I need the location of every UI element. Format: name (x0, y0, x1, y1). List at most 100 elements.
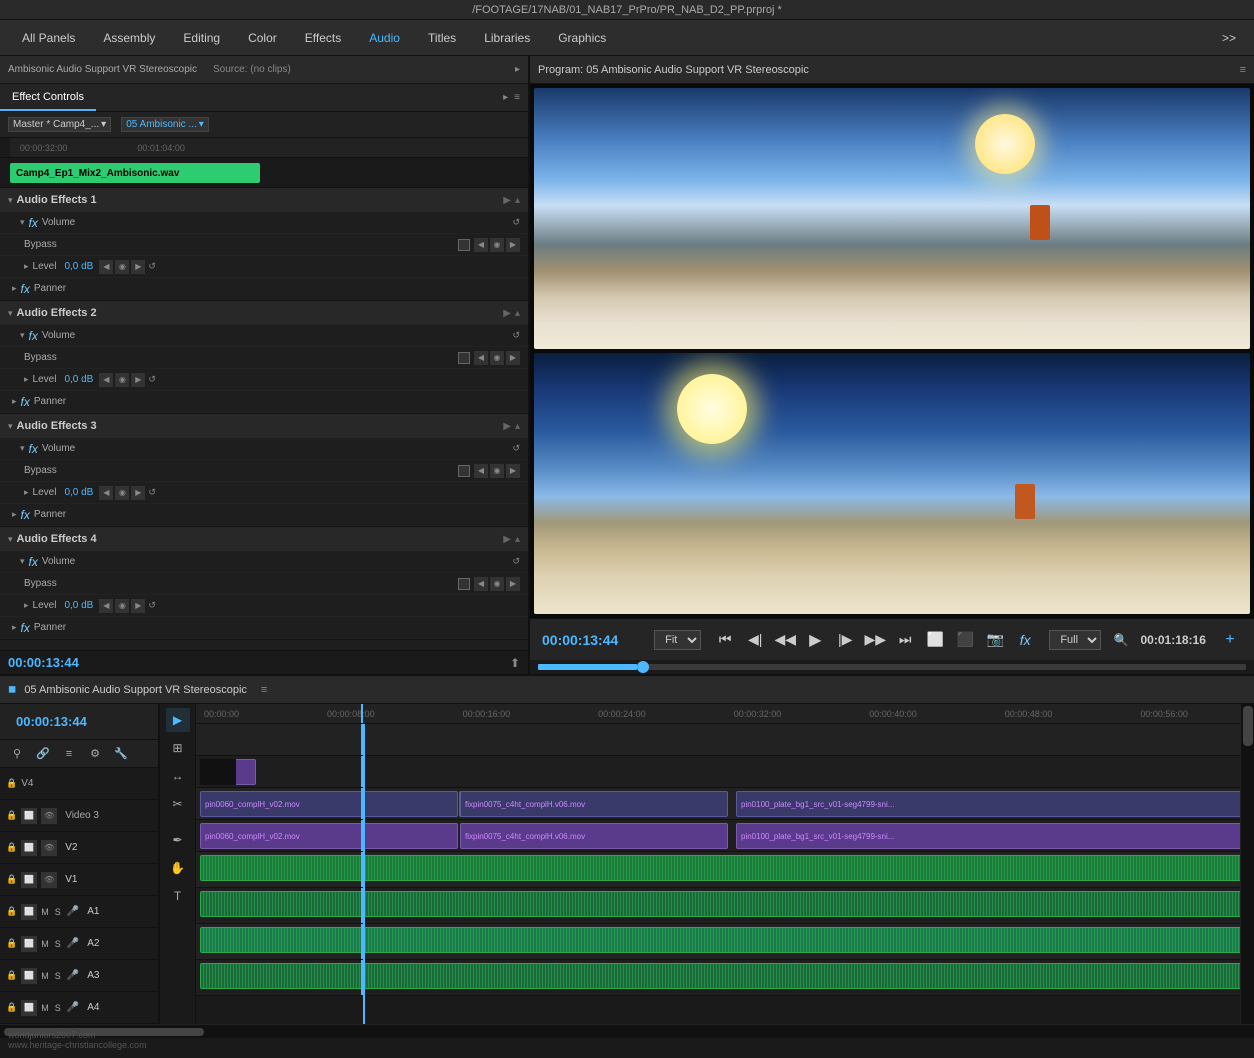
menu-libraries[interactable]: Libraries (472, 27, 542, 49)
bypass-anim-2[interactable]: ◉ (490, 351, 504, 365)
v-scrollbar[interactable] (1240, 704, 1254, 1024)
v1-eye-icon[interactable]: 👁 (41, 872, 57, 888)
tool-text[interactable]: T (166, 884, 190, 908)
panel-menu-icon[interactable]: ≡ (514, 92, 520, 103)
level-next-3[interactable]: ▶ (131, 486, 145, 500)
clip-v2-2[interactable]: fixpin0075_c4ht_complH.v06.mov (460, 791, 728, 817)
menu-all-panels[interactable]: All Panels (10, 27, 87, 49)
level-next-4[interactable]: ▶ (131, 599, 145, 613)
a1-m-btn[interactable]: M (41, 907, 49, 917)
v2-clip-icon[interactable]: ⬜ (21, 840, 37, 856)
level-reset-2[interactable]: ↺ (148, 374, 156, 385)
bypass-checkbox-2[interactable] (458, 352, 470, 364)
tool-hand[interactable]: ✋ (166, 856, 190, 880)
audio-clip-a2[interactable] (200, 891, 1240, 917)
program-panel-menu[interactable]: ≡ (1240, 64, 1246, 76)
bypass-anim-4[interactable]: ◉ (490, 577, 504, 591)
level-prev-4[interactable]: ◀ (99, 599, 113, 613)
tl-tool-settings[interactable]: ⚙ (84, 743, 106, 765)
audio-clip-a4[interactable] (200, 963, 1240, 989)
bypass-next-2[interactable]: ▶ (506, 351, 520, 365)
level-prev-2[interactable]: ◀ (99, 373, 113, 387)
tool-pen[interactable]: ✒ (166, 828, 190, 852)
master-dropdown[interactable]: Master * Camp4_... ▾ (8, 117, 111, 132)
menu-color[interactable]: Color (236, 27, 289, 49)
menu-titles[interactable]: Titles (416, 27, 468, 49)
menu-effects[interactable]: Effects (293, 27, 353, 49)
zoom-icon[interactable]: 🔍 (1113, 633, 1128, 647)
mark-in-btn[interactable]: ⏮ (713, 628, 737, 652)
level-reset-1[interactable]: ↺ (148, 261, 156, 272)
a4-clip-icon[interactable]: ⬜ (21, 1000, 37, 1016)
level-anim-3[interactable]: ◉ (115, 486, 129, 500)
tool-track[interactable]: ⊞ (166, 736, 190, 760)
ae-section-header-2[interactable]: ▾ Audio Effects 2 ▶ ▴ (0, 301, 528, 325)
level-next-1[interactable]: ▶ (131, 260, 145, 274)
tl-tool-insert[interactable]: ≡ (58, 743, 80, 765)
level-reset-3[interactable]: ↺ (148, 487, 156, 498)
ae-section-header-1[interactable]: ▾ Audio Effects 1 ▶ ▴ (0, 188, 528, 212)
a2-m-btn[interactable]: M (41, 939, 49, 949)
a2-clip-icon[interactable]: ⬜ (21, 936, 37, 952)
bypass-prev-2[interactable]: ◀ (474, 351, 488, 365)
clip-dropdown[interactable]: 05 Ambisonic ... ▾ (121, 117, 209, 132)
audio-effects-scroll[interactable]: ▾ Audio Effects 1 ▶ ▴ ▾ fx Volume ↺ (0, 188, 528, 650)
timeline-tracks[interactable]: 00:00:00 00:00:08:00 00:00:16:00 00:00:2… (196, 704, 1240, 1024)
menu-audio[interactable]: Audio (357, 27, 412, 49)
ae-add-icon-3[interactable]: ▶ (503, 421, 511, 432)
bypass-prev-3[interactable]: ◀ (474, 464, 488, 478)
audio-clip-a3[interactable] (200, 927, 1240, 953)
a3-m-btn[interactable]: M (41, 971, 49, 981)
bypass-prev-4[interactable]: ◀ (474, 577, 488, 591)
level-prev-1[interactable]: ◀ (99, 260, 113, 274)
bypass-next-3[interactable]: ▶ (506, 464, 520, 478)
level-anim-2[interactable]: ◉ (115, 373, 129, 387)
clip-v2-1[interactable]: pin0060_complH_v02.mov (200, 791, 458, 817)
v3-clip-icon[interactable]: ⬜ (21, 808, 37, 824)
go-fwd-btn[interactable]: ▶▶ (863, 628, 887, 652)
bypass-anim-1[interactable]: ◉ (490, 238, 504, 252)
ae-add-icon-2[interactable]: ▶ (503, 308, 511, 319)
a3-s-btn[interactable]: S (55, 971, 61, 981)
a4-m-btn[interactable]: M (41, 1003, 49, 1013)
a4-s-btn[interactable]: S (55, 1003, 61, 1013)
bypass-checkbox-4[interactable] (458, 578, 470, 590)
add-marker-btn[interactable]: + (1218, 628, 1242, 652)
lift-btn[interactable]: ⬜ (923, 628, 947, 652)
level-anim-4[interactable]: ◉ (115, 599, 129, 613)
mark-out-btn[interactable]: ⏭ (893, 628, 917, 652)
level-anim-1[interactable]: ◉ (115, 260, 129, 274)
v-scrollbar-thumb[interactable] (1243, 706, 1253, 746)
bypass-prev-1[interactable]: ◀ (474, 238, 488, 252)
full-dropdown[interactable]: Full (1049, 630, 1101, 650)
reset-icon-4[interactable]: ↺ (512, 556, 520, 567)
tl-tool-link[interactable]: 🔗 (32, 743, 54, 765)
panel-menu-arrow[interactable]: ▸ (503, 92, 508, 103)
clip-v1-3[interactable]: pin0100_plate_bg1_src_v01-seg4799-sni... (736, 823, 1240, 849)
audio-clip[interactable]: Camp4_Ep1_Mix2_Ambisonic.wav (10, 163, 260, 183)
progress-bar-area[interactable] (530, 660, 1254, 674)
timeline-menu[interactable]: ≡ (261, 684, 267, 696)
v1-clip-icon[interactable]: ⬜ (21, 872, 37, 888)
a1-s-btn[interactable]: S (55, 907, 61, 917)
tl-tool-magnet[interactable]: ⚲ (6, 743, 28, 765)
clip-v2-3[interactable]: pin0100_plate_bg1_src_v01-seg4799-sni... (736, 791, 1240, 817)
menu-more-btn[interactable]: >> (1214, 27, 1244, 49)
progress-thumb[interactable] (637, 661, 649, 673)
export-icon[interactable]: ⬆ (510, 656, 520, 670)
snapshot-btn[interactable]: 📷 (983, 628, 1007, 652)
step-back-btn[interactable]: ◀| (743, 628, 767, 652)
tool-razor[interactable]: ✂ (166, 792, 190, 816)
audio-clip-a1[interactable] (200, 855, 1240, 881)
reset-icon-3[interactable]: ↺ (512, 443, 520, 454)
bypass-next-1[interactable]: ▶ (506, 238, 520, 252)
effect-controls-tab[interactable]: Effect Controls (0, 84, 96, 111)
level-next-2[interactable]: ▶ (131, 373, 145, 387)
a2-s-btn[interactable]: S (55, 939, 61, 949)
bypass-anim-3[interactable]: ◉ (490, 464, 504, 478)
tool-ripple[interactable]: ↔ (166, 764, 190, 788)
level-reset-4[interactable]: ↺ (148, 600, 156, 611)
ae-section-header-3[interactable]: ▾ Audio Effects 3 ▶ ▴ (0, 414, 528, 438)
progress-inner[interactable] (538, 664, 1246, 670)
bypass-next-4[interactable]: ▶ (506, 577, 520, 591)
